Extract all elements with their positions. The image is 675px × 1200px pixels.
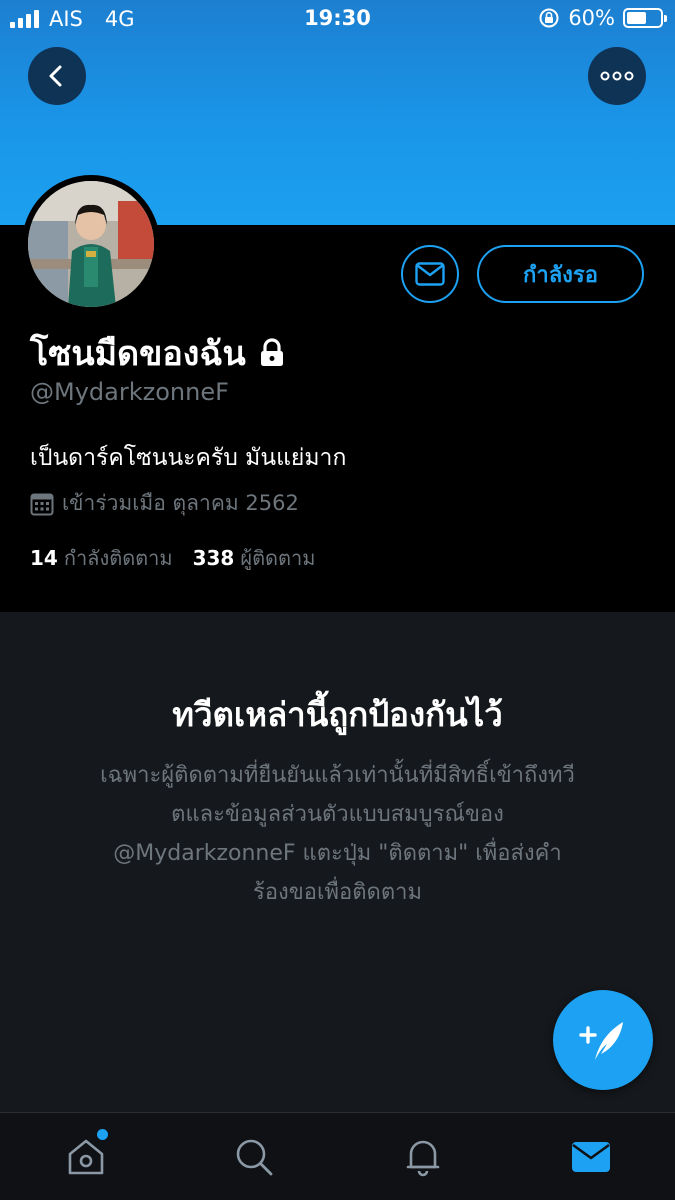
message-button[interactable] — [401, 245, 459, 303]
battery-percent: 60% — [568, 6, 615, 30]
protected-message-line: เฉพาะผู้ติดตามที่ยืนยันแล้วเท่านั้นที่มี… — [100, 763, 575, 788]
search-icon — [236, 1139, 273, 1176]
profile-bio: เป็นดาร์คโซนนะครับ มันแย่มาก — [30, 445, 347, 471]
tab-messages[interactable] — [567, 1133, 615, 1181]
profile-handle: @MydarkzonneF — [30, 378, 229, 406]
protected-tweets-title: ทวีตเหล่านี้ถูกป้องกันไว้ — [172, 695, 503, 734]
followers-label: ผู้ติดตาม — [240, 546, 316, 570]
home-new-indicator — [97, 1129, 108, 1140]
tab-search[interactable] — [230, 1133, 278, 1181]
following-stat[interactable]: 14 กำลังติดตาม — [30, 542, 173, 574]
calendar-icon — [30, 493, 54, 515]
following-label: กำลังติดตาม — [63, 546, 173, 570]
follow-stats: 14 กำลังติดตาม 338 ผู้ติดตาม — [30, 542, 315, 574]
profile-joined-row: เข้าร่วมเมือ ตุลาคม 2562 — [30, 487, 299, 520]
profile-joined-date: เข้าร่วมเมือ ตุลาคม 2562 — [62, 491, 299, 515]
compose-tweet-button[interactable] — [553, 990, 653, 1090]
message-icon — [415, 262, 445, 286]
profile-display-name: โซนมืดของฉัน — [30, 334, 246, 374]
status-bar: AIS 4G 19:30 60% — [0, 0, 675, 38]
battery-icon — [623, 8, 667, 28]
protected-message-line: @MydarkzonneF แตะปุ่ม "ติดตาม" เพื่อส่งค… — [113, 841, 562, 866]
protected-tweets-message: เฉพาะผู้ติดตามที่ยืนยันแล้วเท่านั้นที่มี… — [50, 756, 625, 912]
avatar-photo — [28, 181, 154, 307]
notifications-icon — [406, 1140, 440, 1177]
followers-count: 338 — [192, 546, 235, 570]
battery-fill — [627, 12, 647, 24]
lock-icon — [260, 338, 283, 366]
followers-stat[interactable]: 338 ผู้ติดตาม — [193, 542, 316, 574]
direct-messages-icon — [572, 1142, 610, 1172]
protected-message-line: ร้องขอเพื่อติดตาม — [253, 880, 422, 905]
home-icon — [68, 1139, 104, 1175]
profile-display-name-row: โซนมืดของฉัน — [30, 326, 286, 380]
more-options-icon — [600, 71, 634, 81]
tab-home[interactable] — [62, 1129, 110, 1181]
protected-message-line: ตและข้อมูลส่วนตัวแบบสมบูรณ์ของ — [171, 802, 504, 827]
back-button[interactable] — [28, 47, 86, 105]
bottom-tab-bar — [0, 1112, 675, 1200]
profile-avatar[interactable] — [22, 175, 160, 313]
more-options-button[interactable] — [588, 47, 646, 105]
status-right: 60% — [538, 6, 667, 30]
orientation-lock-icon — [539, 8, 559, 28]
back-arrow-icon — [49, 65, 62, 87]
pending-follow-button[interactable]: กำลังรอ — [477, 245, 644, 303]
following-count: 14 — [30, 546, 58, 570]
tab-notifications[interactable] — [399, 1133, 447, 1181]
compose-tweet-icon — [579, 1022, 623, 1060]
